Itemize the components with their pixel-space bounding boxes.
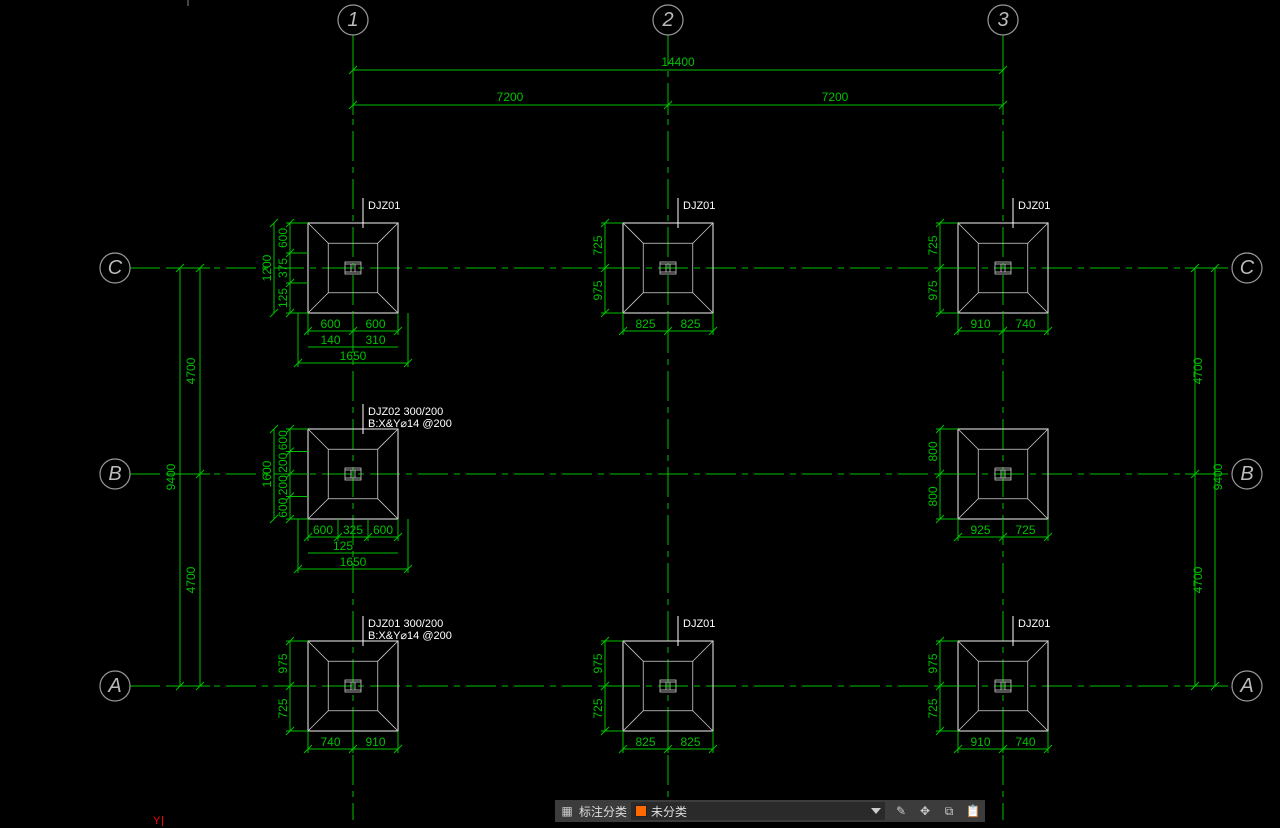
edit-icon[interactable]: ✎ [889, 800, 913, 822]
svg-text:740: 740 [1015, 735, 1035, 749]
svg-text:A: A [107, 675, 121, 697]
svg-text:825: 825 [635, 735, 655, 749]
svg-text:125: 125 [333, 539, 353, 553]
cad-canvas[interactable]: 1 2 3 C C B B A A 14400 7200 7200 9400 4… [0, 0, 1280, 828]
svg-text:740: 740 [1015, 317, 1035, 331]
grid-icon[interactable]: ▦ [555, 800, 579, 822]
svg-text:9400: 9400 [1211, 463, 1225, 490]
svg-text:740: 740 [320, 735, 340, 749]
footing-a3: DJZ01 910 740 975 725 [926, 616, 1052, 753]
svg-text:975: 975 [591, 653, 605, 673]
svg-text:310: 310 [365, 333, 385, 347]
svg-text:A: A [1239, 675, 1253, 697]
svg-text:DJZ01: DJZ01 [683, 200, 715, 212]
svg-text:325: 325 [343, 523, 363, 537]
footing-c2: DJZ01 825 825 725 975 [591, 198, 717, 335]
svg-text:200: 200 [276, 452, 290, 472]
svg-text:725: 725 [591, 235, 605, 255]
svg-text:975: 975 [926, 653, 940, 673]
combo-text: 未分类 [651, 803, 687, 820]
svg-text:600: 600 [276, 430, 290, 450]
svg-text:725: 725 [926, 235, 940, 255]
dim-overall-top: 14400 7200 7200 [349, 45, 1007, 115]
svg-text:725: 725 [591, 698, 605, 718]
paste-icon[interactable]: 📋 [961, 800, 985, 822]
svg-text:125: 125 [276, 288, 290, 308]
svg-text:DJZ01: DJZ01 [1018, 200, 1050, 212]
svg-text:800: 800 [926, 441, 940, 461]
svg-text:1650: 1650 [340, 349, 367, 363]
copy-icon[interactable]: ⧉ [937, 800, 961, 822]
svg-text:925: 925 [970, 523, 990, 537]
footing-b1: DJZ02 300/200B:X&Y⌀14 @20060032560012516… [260, 404, 452, 573]
svg-text:600: 600 [276, 228, 290, 248]
svg-text:DJZ02 300/200: DJZ02 300/200 [368, 406, 443, 418]
svg-text:4700: 4700 [1191, 357, 1205, 384]
svg-text:1600: 1600 [260, 460, 274, 487]
axis-label-3: 3 [997, 9, 1008, 31]
footing-a1: DJZ01 300/200B:X&Y⌀14 @200 740 910 975 725 [276, 616, 452, 753]
axis-a-group: A A [100, 671, 1262, 701]
svg-text:600: 600 [365, 317, 385, 331]
svg-text:825: 825 [680, 317, 700, 331]
svg-text:C: C [1240, 257, 1255, 279]
svg-text:14400: 14400 [661, 55, 695, 69]
svg-text:7200: 7200 [497, 90, 524, 104]
svg-text:825: 825 [680, 735, 700, 749]
axis-3-group: 3 [988, 5, 1018, 820]
move-icon[interactable]: ✥ [913, 800, 937, 822]
svg-text:B: B [1240, 463, 1253, 485]
svg-text:4700: 4700 [184, 357, 198, 384]
swatch-icon [635, 805, 647, 817]
svg-text:7200: 7200 [822, 90, 849, 104]
category-dropdown[interactable]: 未分类 [631, 802, 885, 820]
svg-text:910: 910 [365, 735, 385, 749]
footing-c3: DJZ01 910 740 725 975 [926, 198, 1052, 335]
footing-b3: 925 725 800 800 [926, 425, 1052, 541]
chevron-down-icon [871, 808, 881, 814]
svg-text:DJZ01: DJZ01 [683, 618, 715, 630]
dim-right-spans: 9400 4700 4700 [1185, 264, 1225, 690]
svg-text:DJZ01: DJZ01 [368, 200, 400, 212]
svg-text:1650: 1650 [340, 555, 367, 569]
footing-a2: DJZ01 825 825 975 725 [591, 616, 717, 753]
svg-text:DJZ01: DJZ01 [1018, 618, 1050, 630]
svg-text:4700: 4700 [184, 566, 198, 593]
svg-text:975: 975 [926, 280, 940, 300]
axis-label-2: 2 [661, 9, 673, 31]
svg-text:1200: 1200 [260, 254, 274, 281]
axis-label-1: 1 [347, 9, 358, 31]
toolbar-label: 标注分类 [579, 803, 627, 820]
svg-text:600: 600 [320, 317, 340, 331]
toolbar: ▦ 标注分类 未分类 ✎ ✥ ⧉ 📋 [555, 800, 985, 822]
svg-text:9400: 9400 [164, 463, 178, 490]
svg-text:DJZ01 300/200: DJZ01 300/200 [368, 618, 443, 630]
svg-text:B:X&Y⌀14 @200: B:X&Y⌀14 @200 [368, 630, 452, 642]
svg-text:975: 975 [591, 280, 605, 300]
svg-text:725: 725 [276, 698, 290, 718]
svg-text:B:X&Y⌀14 @200: B:X&Y⌀14 @200 [368, 418, 452, 430]
svg-text:910: 910 [970, 317, 990, 331]
svg-text:600: 600 [313, 523, 333, 537]
svg-text:4700: 4700 [1191, 566, 1205, 593]
dim-left-spans: 9400 4700 4700 [164, 264, 210, 690]
axis-2-group: 2 [653, 5, 683, 820]
svg-text:910: 910 [970, 735, 990, 749]
svg-text:C: C [108, 257, 123, 279]
svg-text:975: 975 [276, 653, 290, 673]
svg-text:200: 200 [276, 475, 290, 495]
svg-text:B: B [108, 463, 121, 485]
svg-text:825: 825 [635, 317, 655, 331]
svg-text:375: 375 [276, 258, 290, 278]
svg-text:140: 140 [320, 333, 340, 347]
svg-text:600: 600 [373, 523, 393, 537]
ucs-icon: Y [153, 815, 163, 827]
svg-text:600: 600 [276, 497, 290, 517]
svg-text:800: 800 [926, 486, 940, 506]
svg-text:725: 725 [1015, 523, 1035, 537]
footing-c1: DJZ01 600 600 140 310 1650 600 375 1251200 [260, 198, 412, 367]
svg-text:725: 725 [926, 698, 940, 718]
